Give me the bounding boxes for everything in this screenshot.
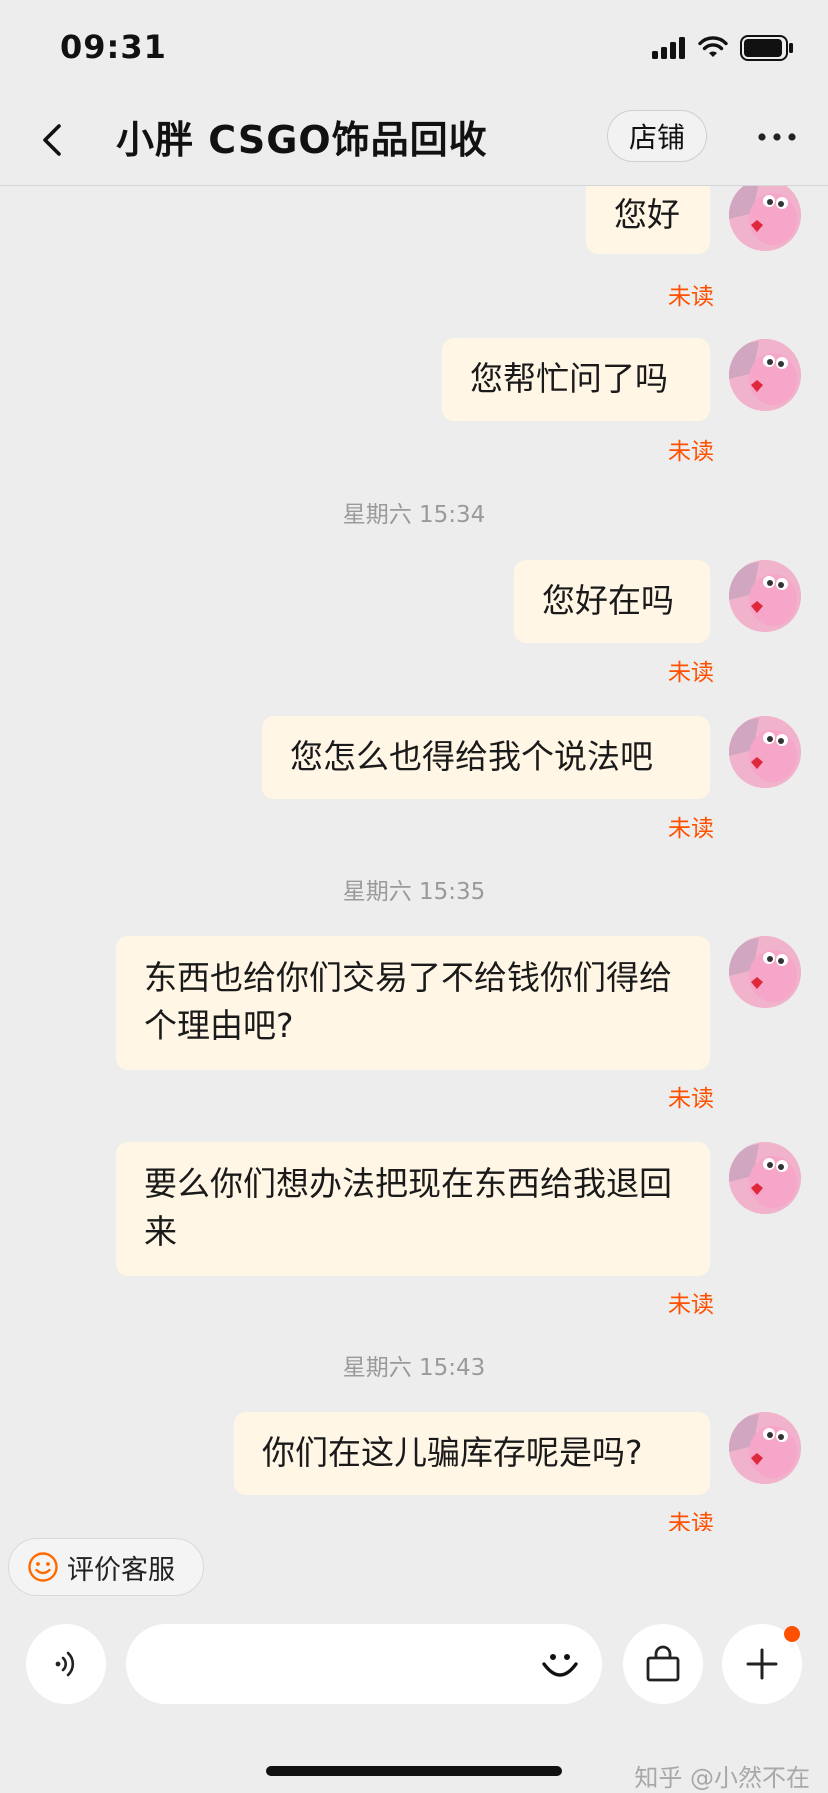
message-text: 您怎么也得给我个说法吧 [290,737,653,776]
avatar-image [729,936,801,1008]
message-bubble[interactable]: 您好在吗 [514,560,710,643]
unread-label: 未读 [668,1292,714,1318]
message-text: 您好 [614,195,680,234]
message-text: 东西也给你们交易了不给钱你们得给个理由吧? [144,958,672,1045]
chat-header: 小胖 CSGO饰品回收 店铺 [0,100,828,186]
avatar-image [729,186,801,251]
message-list[interactable]: 您好 未读 您帮忙问了吗 未读 星期六 15:34 您好在吗 未读 您怎么也得给… [0,186,828,1531]
voice-button[interactable] [26,1624,106,1704]
timestamp: 星期六 15:43 [342,1355,486,1381]
emoji-button[interactable] [536,1640,584,1688]
unread-label: 未读 [668,439,714,465]
unread-label: 未读 [668,284,714,310]
avatar-image [729,339,801,411]
smile-icon [28,1552,58,1582]
watermark: 知乎 @小然不在 [634,1764,810,1792]
battery-icon [740,35,794,65]
avatar [729,186,801,251]
more-dots-icon [758,133,796,141]
shopping-bag-icon [646,1645,680,1682]
avatar [729,716,801,788]
avatar [729,1142,801,1214]
message-input[interactable] [126,1624,602,1704]
back-button[interactable] [30,118,74,162]
unread-label: 未读 [668,816,714,842]
message-text: 要么你们想办法把现在东西给我退回来 [144,1164,672,1251]
message-bubble[interactable]: 您好 [586,186,710,254]
timestamp: 星期六 15:35 [342,879,486,905]
rate-service-label: 评价客服 [67,1554,175,1586]
voice-icon [55,1651,75,1677]
more-button[interactable] [752,120,802,154]
message-bubble[interactable]: 东西也给你们交易了不给钱你们得给个理由吧? [116,936,710,1070]
message-text: 你们在这儿骗库存呢是吗? [262,1433,643,1472]
status-bar: 09:31 [0,0,828,100]
emoji-icon [542,1654,578,1677]
avatar [729,339,801,411]
shopping-bag-button[interactable] [623,1624,703,1704]
status-time: 09:31 [60,28,167,66]
plus-icon [746,1648,778,1680]
wifi-icon [698,36,728,64]
timestamp: 星期六 15:34 [342,502,486,528]
unread-label: 未读 [668,1511,714,1531]
avatar-image [729,716,801,788]
avatar [729,560,801,632]
message-bubble[interactable]: 你们在这儿骗库存呢是吗? [234,1412,710,1495]
avatar-image [729,1412,801,1484]
avatar-image [729,560,801,632]
input-bar [0,1606,828,1726]
unread-label: 未读 [668,1086,714,1112]
message-text: 您好在吗 [542,581,674,620]
avatar [729,1412,801,1484]
message-bubble[interactable]: 您怎么也得给我个说法吧 [262,716,710,799]
unread-label: 未读 [668,660,714,686]
avatar [729,936,801,1008]
status-icons [652,34,794,66]
message-bubble[interactable]: 您帮忙问了吗 [442,338,710,421]
signal-icon [652,37,686,63]
message-bubble[interactable]: 要么你们想办法把现在东西给我退回来 [116,1142,710,1276]
back-arrow-icon [43,124,61,156]
home-indicator[interactable] [266,1766,562,1776]
rate-service-button[interactable]: 评价客服 [8,1538,204,1596]
shop-button[interactable]: 店铺 [607,110,707,162]
page-title: 小胖 CSGO饰品回收 [116,118,488,162]
avatar-image [729,1142,801,1214]
notification-dot [784,1626,800,1642]
message-text: 您帮忙问了吗 [470,359,668,398]
